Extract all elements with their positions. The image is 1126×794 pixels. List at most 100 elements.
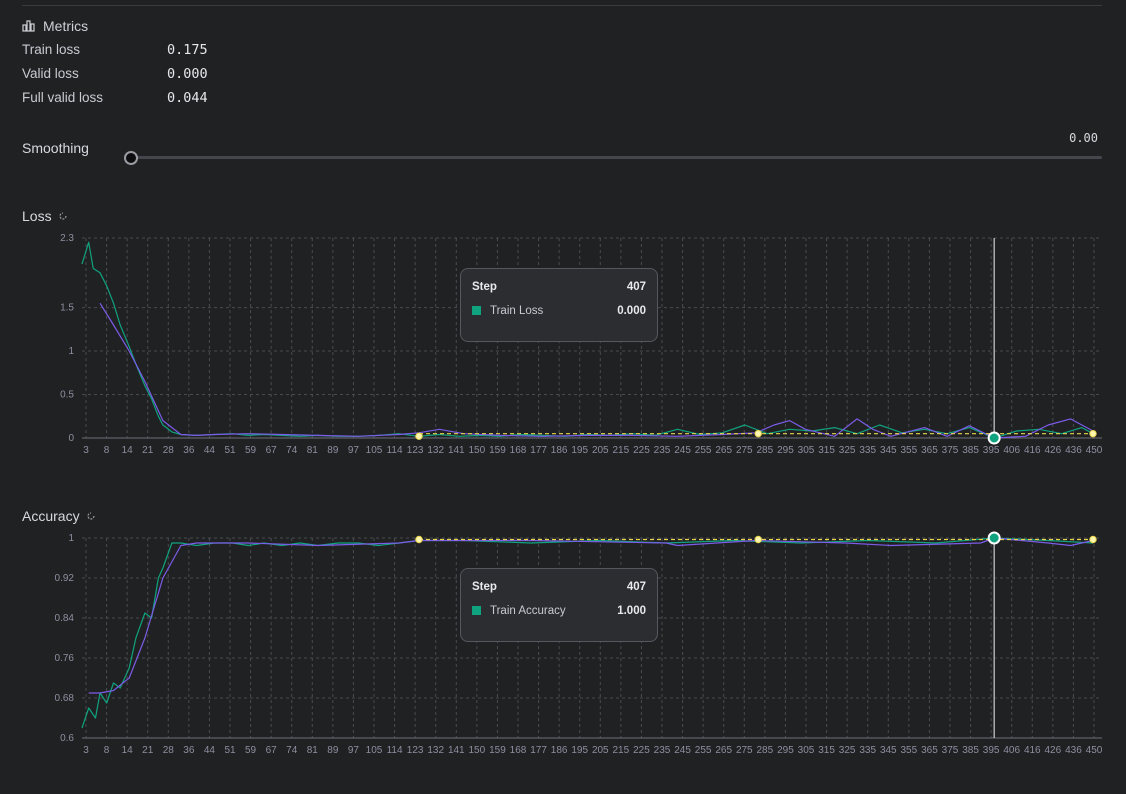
- tooltip-step-value: 407: [626, 281, 646, 293]
- x-tick-label: 325: [839, 745, 856, 756]
- x-tick-label: 67: [266, 745, 278, 756]
- x-tick-label: 375: [942, 445, 959, 456]
- x-tick-label: 215: [613, 445, 630, 456]
- y-tick-label: 2.3: [60, 233, 74, 244]
- x-tick-label: 255: [695, 745, 712, 756]
- x-tick-label: 74: [286, 745, 298, 756]
- smoothing-slider-handle[interactable]: [124, 151, 138, 165]
- x-tick-label: 123: [407, 445, 424, 456]
- metric-value-train-loss: 0.175: [167, 42, 208, 58]
- data-point-marker: [754, 535, 762, 544]
- x-tick-label: 295: [777, 445, 794, 456]
- x-tick-label: 159: [489, 745, 506, 756]
- x-tick-label: 395: [983, 745, 1000, 756]
- metrics-header: Metrics: [22, 18, 88, 34]
- x-tick-label: 59: [245, 745, 257, 756]
- x-tick-label: 44: [204, 445, 216, 456]
- smoothing-label: Smoothing: [22, 140, 89, 156]
- refresh-icon[interactable]: [86, 511, 96, 521]
- metric-label-train-loss: Train loss: [22, 42, 81, 57]
- metric-label-valid-loss: Valid loss: [22, 66, 79, 81]
- x-tick-label: 285: [757, 445, 774, 456]
- x-tick-label: 416: [1024, 445, 1041, 456]
- series-swatch: [472, 306, 481, 316]
- loss-chart-header: Loss: [22, 208, 68, 224]
- x-tick-label: 8: [104, 745, 110, 756]
- x-tick-label: 114: [387, 745, 403, 756]
- x-tick-label: 150: [469, 745, 486, 756]
- cursor-point: [987, 531, 1001, 545]
- metric-value-valid-loss: 0.000: [167, 66, 208, 82]
- x-tick-label: 365: [921, 445, 938, 456]
- x-tick-label: 395: [983, 445, 1000, 456]
- x-tick-label: 21: [142, 745, 154, 756]
- x-tick-label: 89: [327, 445, 339, 456]
- x-tick-label: 255: [695, 445, 712, 456]
- x-tick-label: 67: [266, 445, 278, 456]
- y-tick-label: 1.5: [60, 303, 74, 314]
- tooltip-step-label: Step: [472, 581, 497, 593]
- x-tick-label: 44: [204, 745, 216, 756]
- x-tick-label: 114: [387, 445, 403, 456]
- data-point-marker: [1089, 429, 1097, 438]
- x-tick-label: 177: [530, 745, 547, 756]
- x-tick-label: 123: [407, 745, 424, 756]
- x-tick-label: 205: [592, 745, 609, 756]
- x-tick-label: 186: [551, 745, 568, 756]
- x-tick-label: 195: [571, 445, 588, 456]
- x-tick-label: 235: [654, 745, 671, 756]
- metric-value-full-valid-loss: 0.044: [167, 90, 208, 106]
- x-tick-label: 215: [613, 745, 630, 756]
- x-tick-label: 141: [448, 745, 465, 756]
- x-tick-label: 335: [859, 445, 876, 456]
- x-tick-label: 265: [715, 745, 732, 756]
- y-tick-label: 0.76: [55, 653, 75, 664]
- x-tick-label: 426: [1045, 745, 1062, 756]
- x-tick-label: 436: [1065, 745, 1082, 756]
- x-tick-label: 406: [1003, 445, 1020, 456]
- x-tick-label: 150: [469, 445, 486, 456]
- smoothing-value: 0.00: [1069, 131, 1098, 145]
- accuracy-chart-header: Accuracy: [22, 508, 96, 524]
- x-tick-label: 28: [163, 745, 175, 756]
- x-tick-label: 168: [510, 745, 527, 756]
- top-divider: [22, 5, 1102, 6]
- x-tick-label: 355: [901, 445, 918, 456]
- smoothing-slider-track[interactable]: [130, 156, 1102, 159]
- x-tick-label: 285: [757, 745, 774, 756]
- accuracy-chart[interactable]: 3 8 14 21 28 36 44 51 59 67 74 81 89 97 105 114 123 132 14…: [0, 528, 1126, 760]
- x-tick-label: 365: [921, 745, 938, 756]
- y-tick-label: 1: [68, 533, 74, 544]
- loss-chart[interactable]: 3 8 14 21 28 36 44 51 59 67 74 81 89 97 105 114 123 132 14…: [0, 228, 1126, 460]
- x-tick-label: 335: [859, 745, 876, 756]
- x-tick-label: 275: [736, 745, 753, 756]
- x-tick-label: 195: [571, 745, 588, 756]
- tooltip-step-value: 407: [626, 581, 646, 593]
- loss-chart-title: Loss: [22, 208, 52, 224]
- tooltip-step-label: Step: [472, 281, 497, 293]
- x-tick-label: 21: [142, 445, 154, 456]
- x-tick-label: 275: [736, 445, 753, 456]
- cursor-point: [987, 431, 1001, 445]
- tooltip-series-value: 1.000: [617, 605, 646, 617]
- x-tick-label: 97: [348, 445, 360, 456]
- data-point-marker: [1089, 535, 1097, 544]
- data-point-marker: [754, 429, 762, 438]
- data-point-marker: [415, 432, 423, 440]
- x-tick-label: 375: [942, 745, 959, 756]
- accuracy-chart-title: Accuracy: [22, 508, 80, 524]
- tooltip-series-value: 0.000: [617, 305, 646, 317]
- y-tick-label: 0.68: [55, 693, 75, 704]
- y-tick-label: 0.92: [55, 573, 75, 584]
- x-tick-label: 97: [348, 745, 360, 756]
- x-tick-label: 436: [1065, 445, 1082, 456]
- x-tick-label: 8: [104, 445, 110, 456]
- series-swatch: [472, 606, 481, 616]
- x-tick-label: 3: [83, 745, 89, 756]
- x-tick-label: 450: [1086, 445, 1103, 456]
- x-tick-label: 177: [530, 445, 547, 456]
- x-tick-label: 59: [245, 445, 257, 456]
- refresh-icon[interactable]: [58, 211, 68, 221]
- x-tick-label: 51: [224, 445, 236, 456]
- x-tick-label: 36: [183, 745, 195, 756]
